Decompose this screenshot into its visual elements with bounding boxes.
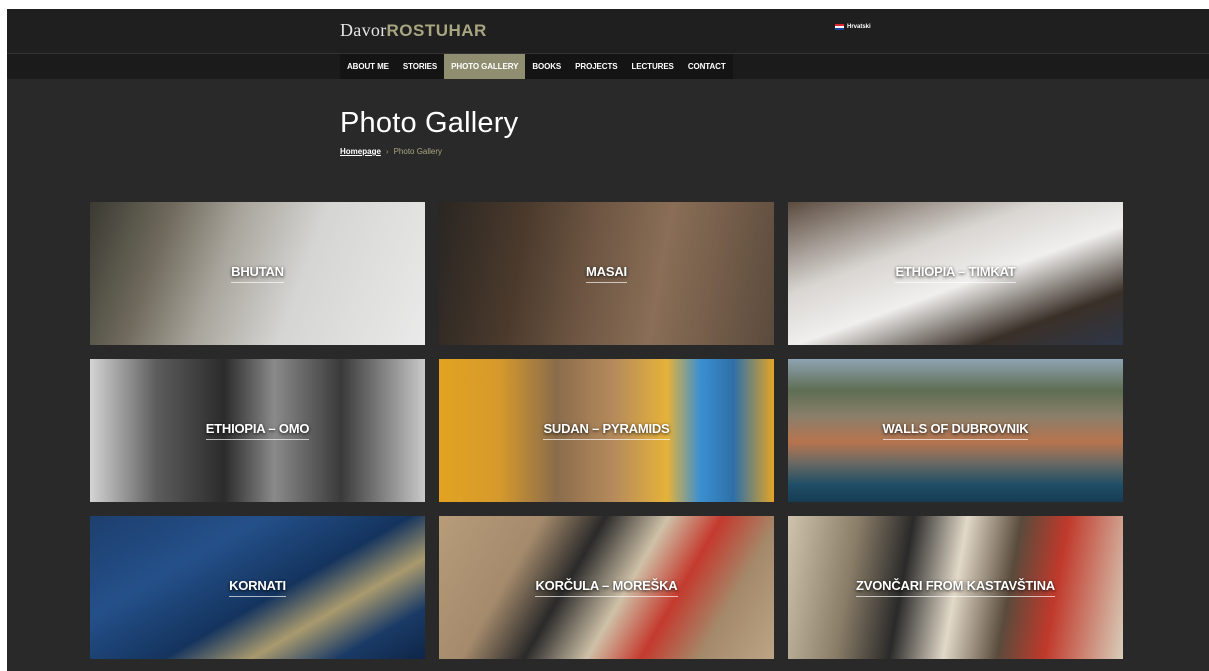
nav-item-stories[interactable]: STORIES: [396, 54, 444, 79]
logo-last-name: ROSTUHAR: [386, 21, 487, 40]
nav-item-projects[interactable]: PROJECTS: [568, 54, 624, 79]
gallery-card-korcula-moreska[interactable]: KORČULA – MOREŠKA: [439, 516, 774, 659]
page-frame: DavorROSTUHAR Hrvatski ABOUT ME STORIES …: [7, 9, 1209, 671]
gallery-card-title: BHUTAN: [231, 264, 284, 283]
nav-menu: ABOUT ME STORIES PHOTO GALLERY BOOKS PRO…: [340, 54, 733, 79]
gallery-card-ethiopia-omo[interactable]: ETHIOPIA – OMO: [90, 359, 425, 502]
gallery-card-zvoncari-from-kastavstina[interactable]: ZVONČARI FROM KASTAVŠTINA: [788, 516, 1123, 659]
breadcrumb-current: Photo Gallery: [393, 147, 443, 156]
breadcrumb: Homepage › Photo Gallery: [340, 147, 442, 156]
nav-item-lectures[interactable]: LECTURES: [624, 54, 680, 79]
nav-item-photo-gallery[interactable]: PHOTO GALLERY: [444, 54, 526, 79]
gallery-card-title: ETHIOPIA – OMO: [205, 421, 310, 440]
breadcrumb-separator: ›: [385, 147, 389, 156]
gallery-card-ethiopia-timkat[interactable]: ETHIOPIA – TIMKAT: [788, 202, 1123, 345]
gallery-card-kornati[interactable]: KORNATI: [90, 516, 425, 659]
nav-item-contact[interactable]: CONTACT: [681, 54, 733, 79]
gallery-card-title: KORNATI: [229, 578, 286, 597]
breadcrumb-home-link[interactable]: Homepage: [340, 147, 381, 156]
gallery-card-title: MASAI: [586, 264, 627, 283]
gallery-card-title: ZVONČARI FROM KASTAVŠTINA: [856, 578, 1055, 597]
gallery-card-bhutan[interactable]: BHUTAN: [90, 202, 425, 345]
gallery-card-sudan-pyramids[interactable]: SUDAN – PYRAMIDS: [439, 359, 774, 502]
nav-item-books[interactable]: BOOKS: [525, 54, 568, 79]
nav-item-about-me[interactable]: ABOUT ME: [340, 54, 396, 79]
main-navigation: ABOUT ME STORIES PHOTO GALLERY BOOKS PRO…: [7, 53, 1209, 79]
header-bar: DavorROSTUHAR Hrvatski: [7, 9, 1209, 53]
gallery-card-walls-of-dubrovnik[interactable]: WALLS OF DUBROVNIK: [788, 359, 1123, 502]
language-switch[interactable]: Hrvatski: [835, 24, 871, 30]
gallery-card-title: KORČULA – MOREŠKA: [535, 578, 678, 597]
logo-first-name: Davor: [340, 20, 387, 40]
gallery-card-masai[interactable]: MASAI: [439, 202, 774, 345]
gallery-card-title: SUDAN – PYRAMIDS: [543, 421, 670, 440]
gallery-card-title: WALLS OF DUBROVNIK: [882, 421, 1029, 440]
language-label: Hrvatski: [847, 24, 871, 30]
gallery-card-title: ETHIOPIA – TIMKAT: [895, 264, 1016, 283]
page-title: Photo Gallery: [340, 107, 519, 139]
site-logo[interactable]: DavorROSTUHAR: [340, 20, 487, 41]
croatian-flag-icon: [835, 24, 844, 30]
